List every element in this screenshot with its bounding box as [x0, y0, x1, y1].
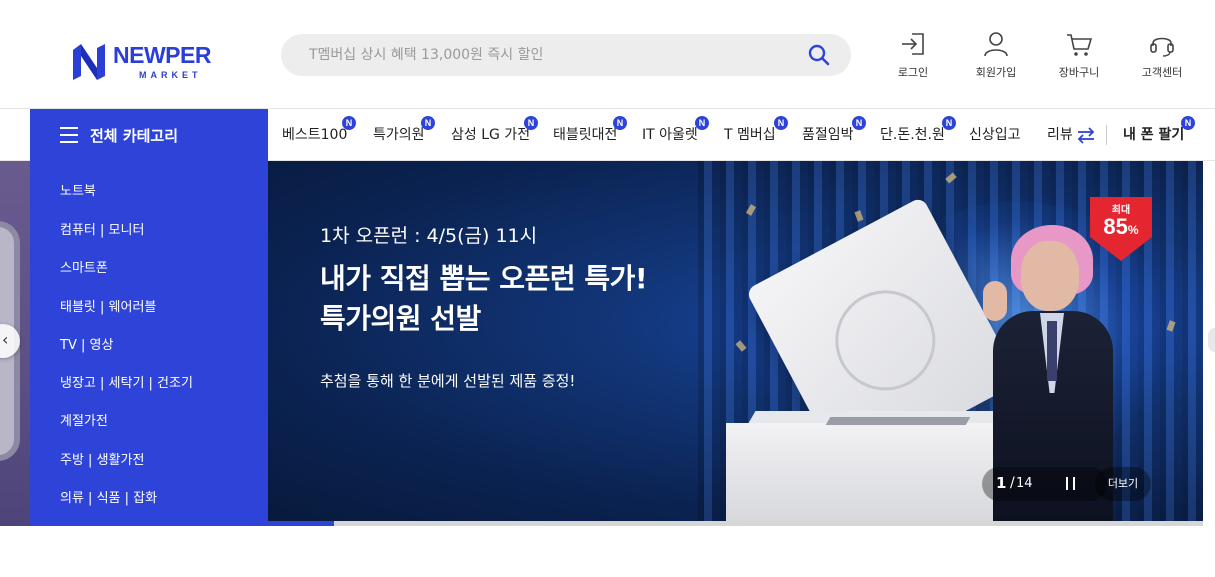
- chevron-left-icon: ‹: [2, 330, 9, 349]
- category-item-seasonal[interactable]: 계절가전: [60, 410, 108, 429]
- nav-item-label: 특가의원: [373, 127, 425, 143]
- search-input[interactable]: [309, 34, 789, 76]
- discount-tag-value-wrap: 85%: [1090, 214, 1152, 240]
- banner-title-line2: 특가의원 선발: [320, 302, 481, 335]
- category-item-kitchen-living[interactable]: 주방 | 생활가전: [60, 449, 144, 468]
- banner-title-line1: 내가 직접 뽑는 오픈런 특가!: [320, 262, 648, 295]
- logo-subtext: MARKET: [139, 70, 202, 80]
- pager-separator: /: [1010, 475, 1015, 491]
- main-nav: 전체 카테고리 베스트100 N 특가의원 N 삼성 LG 가전 N 태블릿대전…: [0, 109, 1215, 161]
- discount-tag: 최대 85%: [1090, 197, 1152, 261]
- sell-my-phone-link[interactable]: 내 폰 팔기: [1123, 109, 1184, 161]
- discount-tag-unit: %: [1127, 223, 1139, 237]
- category-item-appliances[interactable]: 냉장고 | 세탁기 | 건조기: [60, 372, 193, 391]
- nav-item-samsung-lg[interactable]: 삼성 LG 가전: [451, 109, 530, 161]
- nav-item-label: 리뷰: [1047, 127, 1073, 143]
- category-item-tv[interactable]: TV | 영상: [60, 334, 113, 353]
- user-icon: [984, 32, 1008, 57]
- new-badge: N: [613, 116, 627, 130]
- new-badge: N: [1181, 116, 1195, 130]
- all-categories-label: 전체 카테고리: [90, 127, 179, 145]
- nav-item-soldout[interactable]: 품절임박: [802, 109, 854, 161]
- banner-progress-fill: [268, 521, 335, 526]
- banner-subtitle: 1차 오픈런 : 4/5(금) 11시: [320, 225, 538, 247]
- banner-description: 추첨을 통해 한 분에게 선발된 제품 증정!: [320, 372, 576, 390]
- login-button[interactable]: 로그인: [878, 30, 948, 90]
- pager-total: 14: [1016, 476, 1033, 491]
- pause-button[interactable]: [1064, 477, 1078, 491]
- nav-item-label: 태블릿대전: [553, 127, 618, 143]
- new-badge: N: [852, 116, 866, 130]
- new-badge: N: [774, 116, 788, 130]
- nav-item-t-membership[interactable]: T 멤버십: [724, 109, 776, 161]
- more-button[interactable]: 더보기: [1095, 467, 1151, 501]
- swap-arrows-icon: [1077, 127, 1095, 144]
- new-badge: N: [421, 116, 435, 130]
- banner-next-button[interactable]: [1208, 328, 1215, 352]
- signup-label: 회원가입: [975, 66, 1017, 79]
- nav-item-it-outlet[interactable]: IT 아울렛: [642, 109, 698, 161]
- nav-item-label: 신상입고: [969, 127, 1021, 143]
- discount-tag-value: 85: [1103, 214, 1128, 239]
- category-item-smartphone[interactable]: 스마트폰: [60, 257, 108, 276]
- pause-icon: [1066, 477, 1068, 490]
- banner-progress: [268, 521, 1203, 526]
- menu-icon: [60, 127, 78, 143]
- logo-mark-icon: [73, 44, 105, 80]
- nav-item-label: IT 아울렛: [642, 127, 698, 143]
- cart-button[interactable]: 장바구니: [1044, 30, 1114, 90]
- nav-item-label: 베스트100: [282, 127, 348, 143]
- ballot-box-image: [726, 423, 1026, 521]
- new-badge: N: [695, 116, 709, 130]
- nav-item-thousand-won[interactable]: 단.돈.천.원: [880, 109, 945, 161]
- login-icon: [902, 33, 924, 55]
- search-bar: [281, 34, 851, 76]
- banner-pager: 1 / 14: [982, 467, 1107, 501]
- search-icon: [808, 44, 830, 66]
- headset-icon: [1150, 37, 1174, 57]
- nav-item-label: 단.돈.천.원: [880, 127, 945, 143]
- category-menu: 노트북 컴퓨터 | 모니터 스마트폰 태블릿 | 웨어러블 TV | 영상 냉장…: [30, 161, 268, 526]
- category-item-tablet-wearable[interactable]: 태블릿 | 웨어러블: [60, 296, 156, 315]
- nav-item-special-deal[interactable]: 특가의원: [373, 109, 425, 161]
- category-item-clothing-food[interactable]: 의류 | 식품 | 잡화: [60, 487, 157, 506]
- nav-item-label: T 멤버십: [724, 127, 776, 143]
- new-badge: N: [942, 116, 956, 130]
- nav-item-tablet[interactable]: 태블릿대전: [553, 109, 617, 161]
- nav-item-label: 품절임박: [802, 127, 854, 143]
- cart-icon: [1067, 34, 1093, 56]
- header: NEWPER MARKET 로그인: [0, 0, 1215, 109]
- customer-center-button[interactable]: 고객센터: [1127, 30, 1197, 90]
- signup-button[interactable]: 회원가입: [961, 30, 1031, 90]
- nav-item-best100[interactable]: 베스트100: [282, 109, 347, 161]
- customer-center-label: 고객센터: [1141, 66, 1183, 79]
- nav-divider: [1106, 125, 1107, 145]
- nav-item-label: 삼성 LG 가전: [451, 127, 531, 143]
- category-item-computer-monitor[interactable]: 컴퓨터 | 모니터: [60, 219, 144, 238]
- nav-scroll-button[interactable]: [1076, 125, 1096, 145]
- main-banner[interactable]: 1차 오픈런 : 4/5(금) 11시 내가 직접 뽑는 오픈런 특가! 특가의…: [268, 161, 1203, 521]
- all-categories-button[interactable]: 전체 카테고리: [30, 109, 268, 161]
- cart-label: 장바구니: [1058, 66, 1100, 79]
- page: NEWPER MARKET 로그인: [0, 0, 1215, 577]
- ballot-box-slot: [825, 417, 971, 425]
- new-badge: N: [524, 116, 538, 130]
- login-label: 로그인: [897, 66, 929, 79]
- search-button[interactable]: [807, 43, 831, 67]
- new-badge: N: [342, 116, 356, 130]
- nav-item-new-arrival[interactable]: 신상입고: [969, 109, 1021, 161]
- nav-item-label: 내 폰 팔기: [1123, 127, 1185, 143]
- logo-text: NEWPER: [113, 42, 211, 68]
- logo[interactable]: NEWPER MARKET: [71, 42, 231, 84]
- category-item-notebook[interactable]: 노트북: [60, 180, 96, 199]
- nav-item-review[interactable]: 리뷰: [1047, 109, 1074, 161]
- pager-current: 1: [996, 474, 1007, 492]
